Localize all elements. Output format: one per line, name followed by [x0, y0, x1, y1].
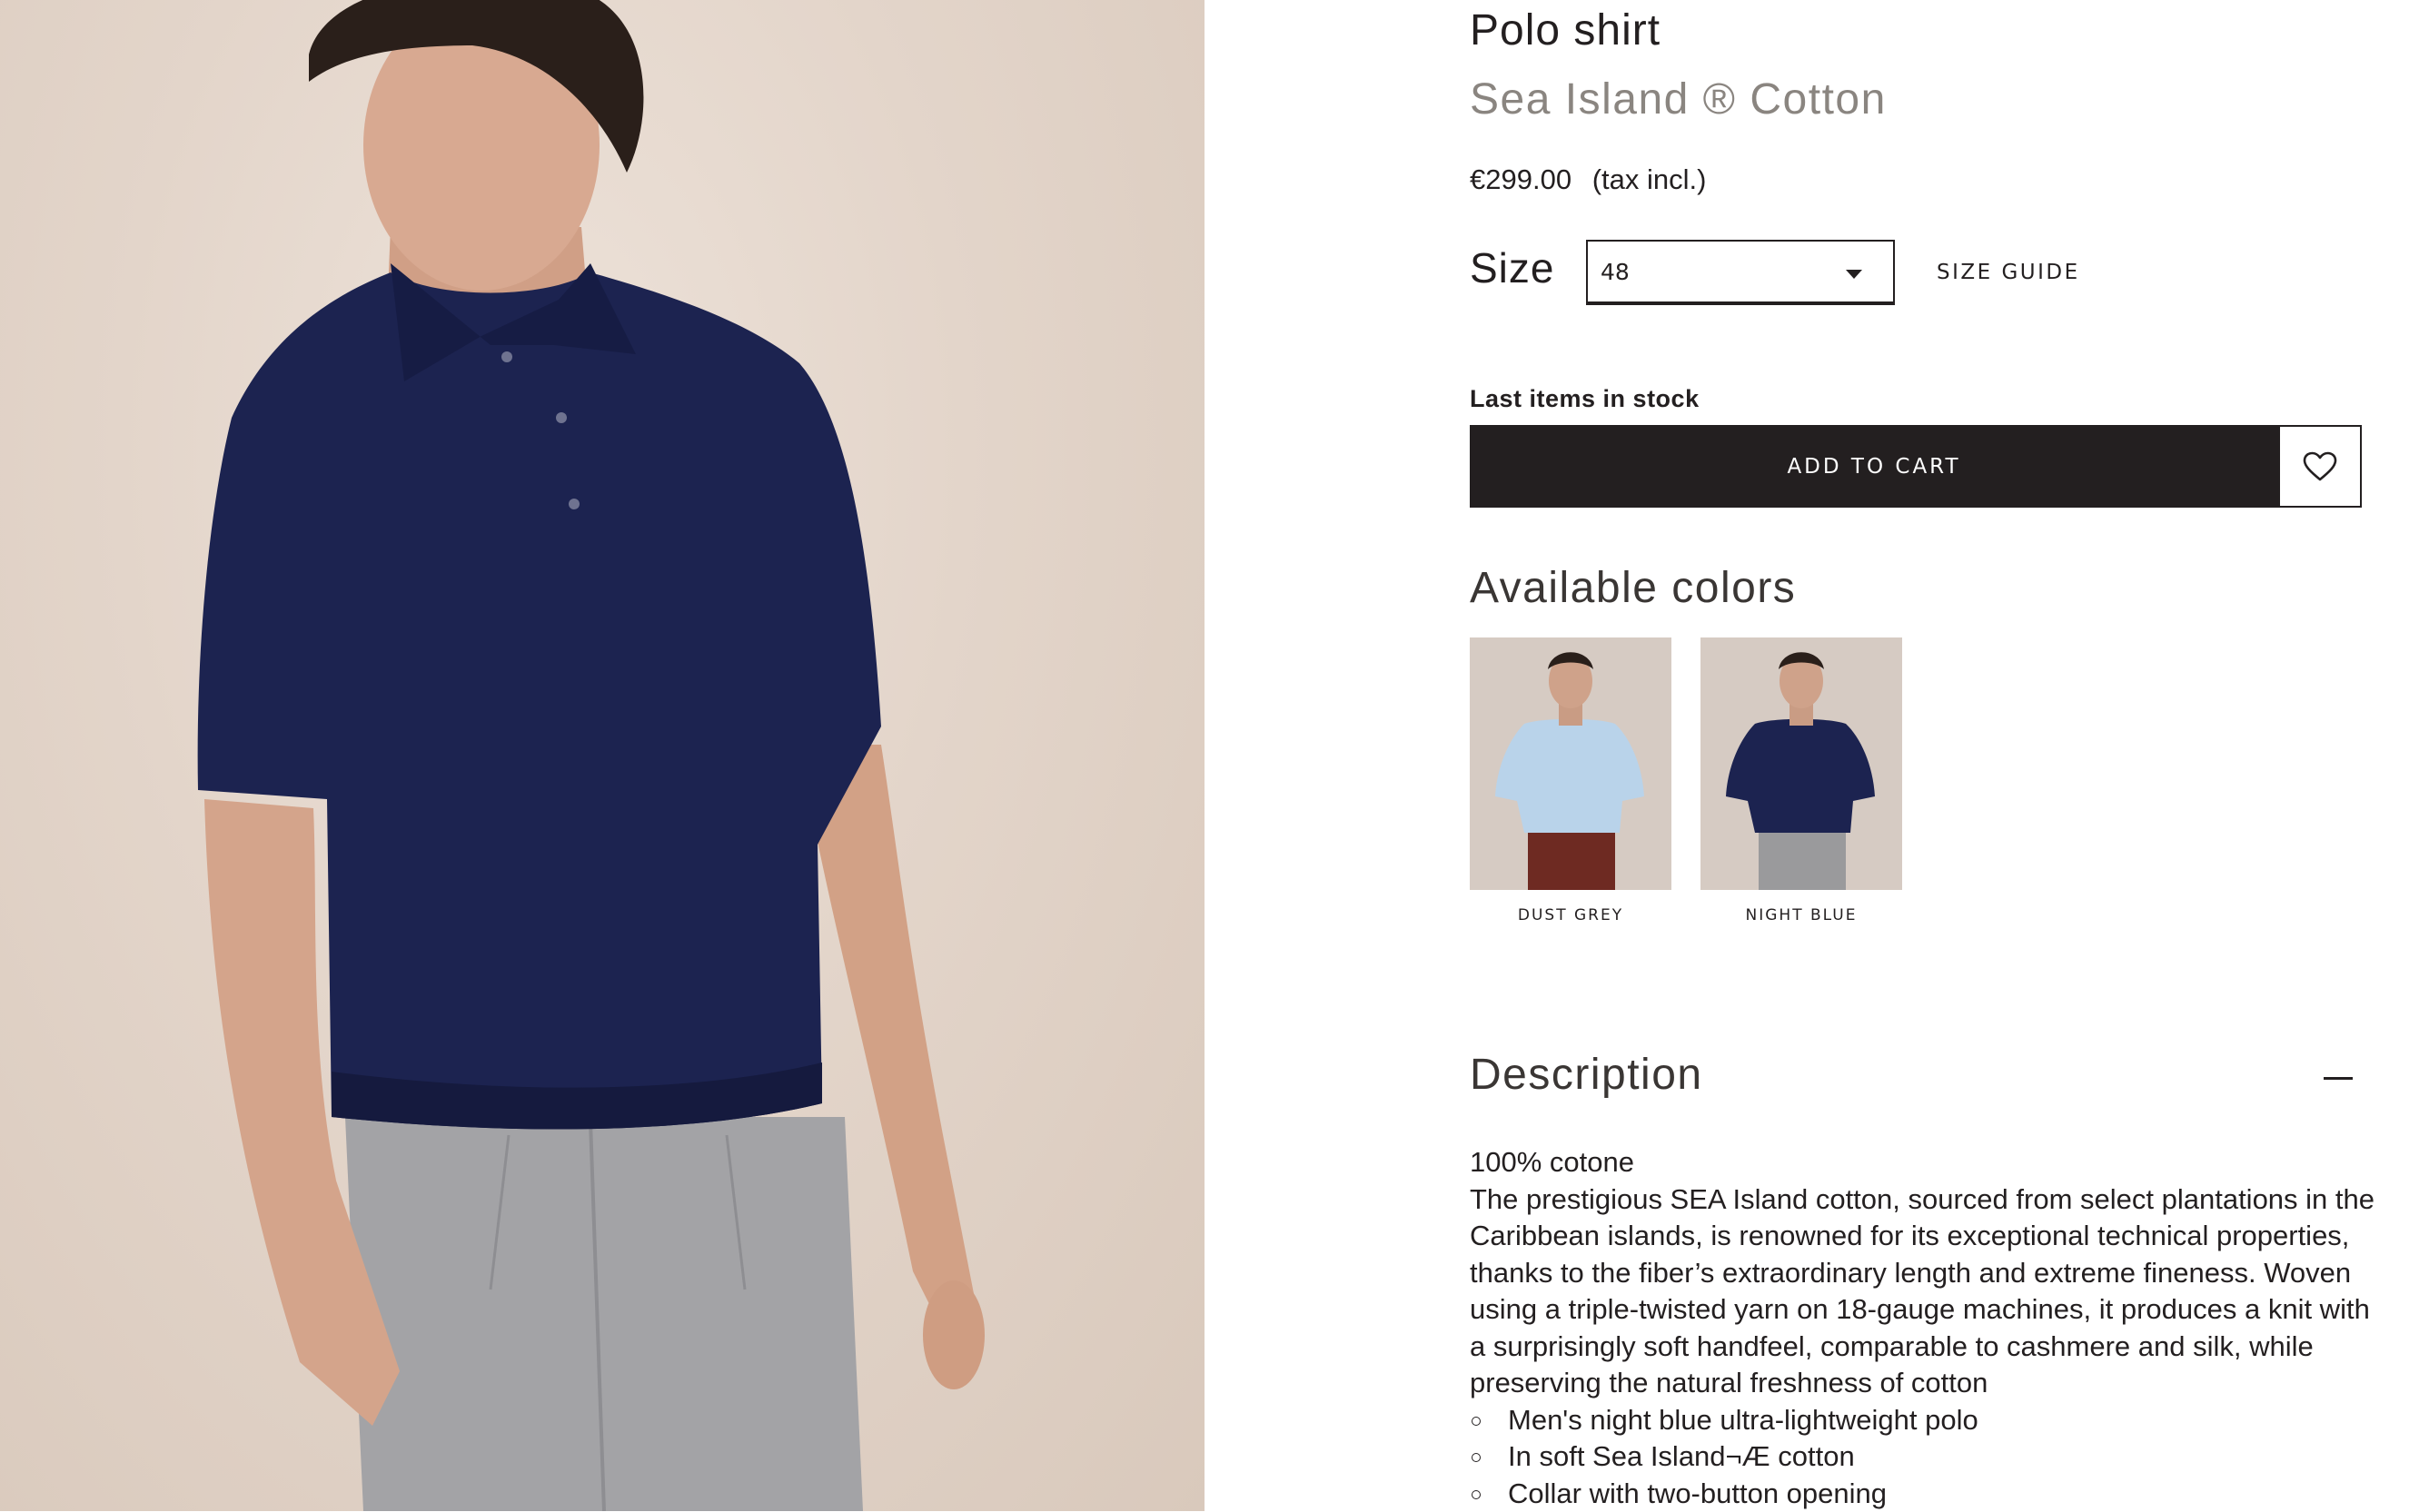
composition: 100% cotone: [1470, 1144, 2378, 1181]
list-item: In soft Sea Island¬Æ cotton: [1470, 1438, 2378, 1476]
color-swatch-night-blue[interactable]: NIGHT BLUE: [1700, 637, 1902, 924]
colors-heading: Available colors: [1470, 563, 1796, 613]
color-thumbnail: [1470, 637, 1671, 890]
price-row: €299.00 (tax incl.): [1470, 163, 1706, 196]
heart-icon: [2303, 451, 2337, 482]
product-price: €299.00: [1470, 163, 1571, 195]
product-main-image[interactable]: [0, 0, 1205, 1511]
pants-shape: [1528, 828, 1615, 890]
size-selected-value: 48: [1601, 259, 1630, 285]
trousers-shape: [345, 1117, 863, 1511]
list-item: Collar with two-button opening: [1470, 1476, 2378, 1512]
description-heading: Description: [1470, 1050, 1703, 1100]
color-swatch-dust-grey[interactable]: DUST GREY: [1470, 637, 1671, 924]
color-thumbnail: [1700, 637, 1902, 890]
description-text: The prestigious SEA Island cotton, sourc…: [1470, 1181, 2378, 1402]
add-to-cart-button[interactable]: ADD TO CART: [1470, 425, 2278, 508]
description-body: 100% cotone The prestigious SEA Island c…: [1470, 1144, 2378, 1512]
list-item: Men's night blue ultra-lightweight polo: [1470, 1402, 2378, 1439]
size-label: Size: [1470, 243, 1554, 292]
product-subtitle: Sea Island ® Cotton: [1470, 74, 1887, 124]
size-select[interactable]: 48: [1586, 240, 1895, 305]
color-name: DUST GREY: [1470, 906, 1671, 924]
pants-shape: [1759, 830, 1846, 890]
feature-list: Men's night blue ultra-lightweight polo …: [1470, 1402, 2378, 1512]
color-name: NIGHT BLUE: [1700, 906, 1902, 924]
model-illustration: [0, 0, 1205, 1511]
minus-icon[interactable]: [2324, 1077, 2353, 1080]
stock-status: Last items in stock: [1470, 385, 1700, 413]
product-title: Polo shirt: [1470, 5, 1661, 55]
chevron-down-icon: [1846, 270, 1862, 279]
tax-note: (tax incl.): [1592, 163, 1707, 195]
size-guide-link[interactable]: SIZE GUIDE: [1937, 261, 2080, 284]
wishlist-button[interactable]: [2278, 425, 2362, 508]
